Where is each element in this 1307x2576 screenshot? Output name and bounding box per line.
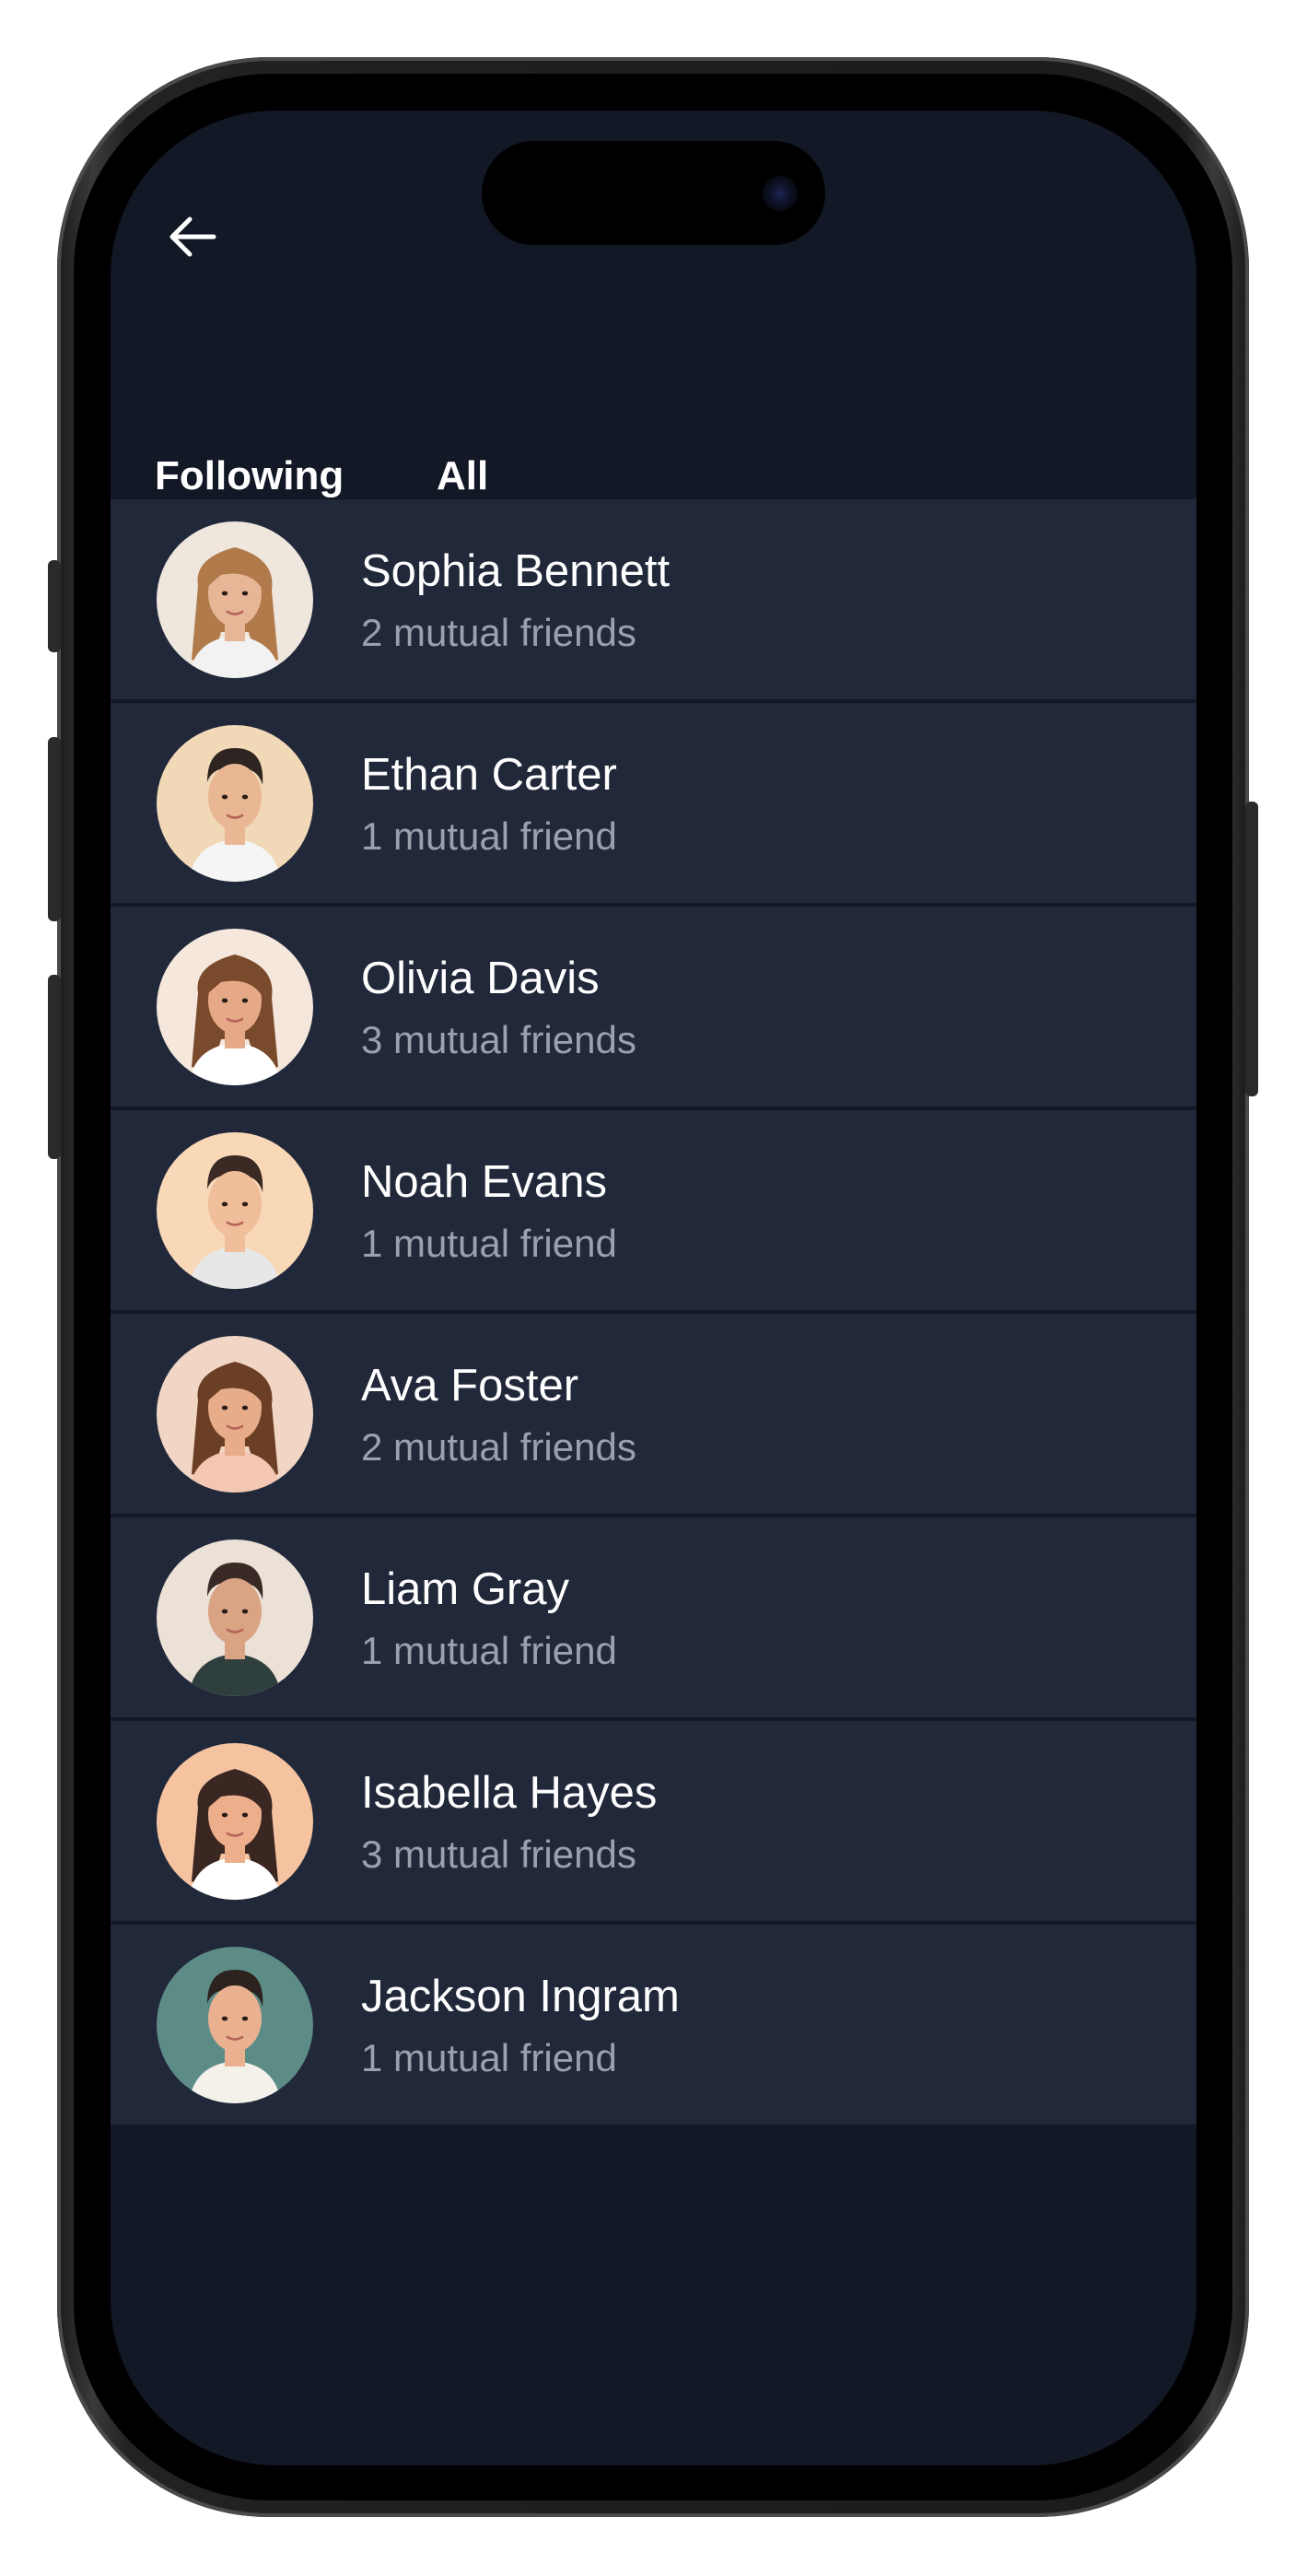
list-item[interactable]: Sophia Bennett 2 mutual friends <box>111 499 1196 703</box>
person-name: Liam Gray <box>361 1564 570 1614</box>
person-name: Jackson Ingram <box>361 1972 680 2021</box>
avatar <box>157 725 313 882</box>
avatar <box>157 1743 313 1900</box>
list-item[interactable]: Isabella Hayes 3 mutual friends <box>111 1721 1196 1925</box>
mutual-friends-count: 3 mutual friends <box>361 1832 636 1876</box>
list-item[interactable]: Liam Gray 1 mutual friend <box>111 1517 1196 1721</box>
power-button <box>1245 802 1258 1096</box>
mutual-friends-count: 1 mutual friend <box>361 1629 617 1672</box>
app-screen: Following All Sophia Bennett 2 mutual fri… <box>111 111 1196 2465</box>
tab-following[interactable]: Following <box>155 453 344 499</box>
mutual-friends-count: 3 mutual friends <box>361 1018 636 1061</box>
person-name: Olivia Davis <box>361 954 600 1003</box>
back-button[interactable] <box>157 200 230 274</box>
person-name: Sophia Bennett <box>361 546 671 596</box>
mutual-friends-count: 1 mutual friend <box>361 814 617 858</box>
list-item[interactable]: Olivia Davis 3 mutual friends <box>111 907 1196 1110</box>
mutual-friends-count: 1 mutual friend <box>361 2036 617 2079</box>
avatar <box>157 1540 313 1696</box>
person-name: Noah Evans <box>361 1157 607 1207</box>
dynamic-island <box>482 141 825 245</box>
person-name: Ava Foster <box>361 1361 579 1411</box>
person-name: Ethan Carter <box>361 750 617 800</box>
list-item[interactable]: Noah Evans 1 mutual friend <box>111 1110 1196 1314</box>
person-name: Isabella Hayes <box>361 1768 658 1818</box>
avatar <box>157 929 313 1085</box>
mutual-friends-count: 2 mutual friends <box>361 611 636 654</box>
tab-bar: Following All <box>111 350 1196 529</box>
mutual-friends-count: 1 mutual friend <box>361 1222 617 1265</box>
arrow-left-icon <box>169 217 216 257</box>
tab-all[interactable]: All <box>437 453 488 499</box>
list-item[interactable]: Ava Foster 2 mutual friends <box>111 1314 1196 1517</box>
avatar <box>157 1132 313 1289</box>
friends-list: Sophia Bennett 2 mutual friends Ethan Car… <box>111 499 1196 2128</box>
mutual-friends-count: 2 mutual friends <box>361 1425 636 1469</box>
avatar <box>157 1336 313 1493</box>
list-item[interactable]: Ethan Carter 1 mutual friend <box>111 703 1196 907</box>
volume-up-button <box>48 737 61 921</box>
avatar <box>157 1947 313 2103</box>
avatar <box>157 521 313 678</box>
action-button <box>48 560 61 652</box>
list-item[interactable]: Jackson Ingram 1 mutual friend <box>111 1925 1196 2128</box>
front-camera <box>763 176 798 211</box>
volume-down-button <box>48 975 61 1159</box>
